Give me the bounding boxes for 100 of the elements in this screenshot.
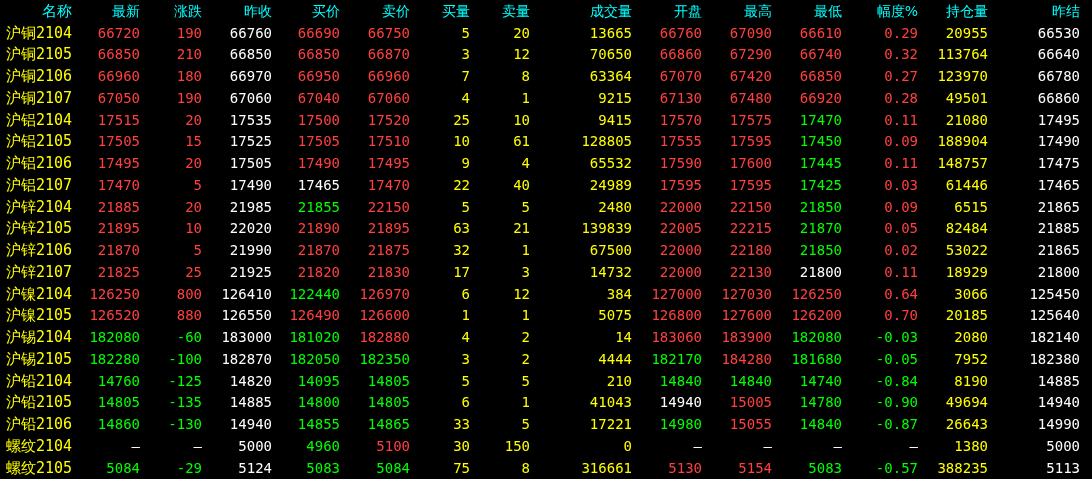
contract-name[interactable]: 沪锌2107 [0, 262, 73, 281]
column-header[interactable]: 持仓量 [946, 1, 988, 20]
table-cell: 182080 [791, 328, 842, 347]
table-cell: 20 [185, 197, 202, 216]
table-cell: 66960 [367, 67, 410, 86]
contract-name[interactable]: 螺纹2105 [0, 458, 73, 477]
contract-name[interactable]: 沪锌2106 [0, 241, 73, 260]
table-cell: 67420 [729, 67, 772, 86]
contract-name[interactable]: 沪铅2106 [0, 415, 73, 434]
column-header[interactable]: 名称 [42, 1, 72, 20]
column-header[interactable]: 卖量 [502, 1, 530, 20]
table-cell: 6515 [954, 197, 988, 216]
table-cell: 127000 [651, 284, 702, 303]
contract-name[interactable]: 沪铝2104 [0, 110, 73, 129]
column-header[interactable]: 最低 [814, 1, 842, 20]
column-header[interactable]: 涨跌 [174, 1, 202, 20]
table-cell: 1 [521, 241, 530, 260]
table-cell: 14940 [229, 415, 272, 434]
column-header[interactable]: 昨收 [244, 1, 272, 20]
column-header[interactable]: 卖价 [382, 1, 410, 20]
table-cell: 21820 [297, 262, 340, 281]
table-cell: -0.05 [875, 349, 918, 368]
column-header[interactable]: 最高 [744, 1, 772, 20]
table-cell: 183000 [221, 328, 272, 347]
table-cell: 17490 [229, 175, 272, 194]
table-cell: -130 [168, 415, 202, 434]
table-cell: 66850 [297, 45, 340, 64]
table-cell: 14980 [659, 415, 702, 434]
table-cell: 66870 [367, 45, 410, 64]
table-cell: 125450 [1029, 284, 1080, 303]
contract-name[interactable]: 沪锡2105 [0, 349, 73, 368]
table-cell: 316661 [581, 458, 632, 477]
contract-name[interactable]: 沪镍2105 [0, 306, 73, 325]
contract-name[interactable]: 沪铝2106 [0, 154, 73, 173]
contract-name[interactable]: 沪铝2105 [0, 132, 73, 151]
contract-name[interactable]: 沪锌2104 [0, 197, 73, 216]
contract-name[interactable]: 沪锡2104 [0, 328, 73, 347]
table-cell: 17595 [659, 175, 702, 194]
contract-name[interactable]: 沪铜2106 [0, 67, 73, 86]
table-cell: 17575 [729, 110, 772, 129]
column-header[interactable]: 买价 [312, 1, 340, 20]
table-cell: 21800 [799, 262, 842, 281]
table-cell: 7 [461, 67, 470, 86]
table-cell: 5 [193, 241, 202, 260]
table-cell: 0.03 [884, 175, 918, 194]
table-cell: 14 [615, 328, 632, 347]
table-cell: 0.64 [884, 284, 918, 303]
table-cell: 182050 [289, 349, 340, 368]
table-cell: 0 [623, 436, 632, 455]
table-cell: 21885 [97, 197, 140, 216]
table-cell: 126250 [89, 284, 140, 303]
table-cell: 183900 [721, 328, 772, 347]
table-cell: 5 [461, 23, 470, 42]
contract-name[interactable]: 沪铝2107 [0, 175, 73, 194]
table-cell: 9415 [598, 110, 632, 129]
table-cell: 67050 [97, 88, 140, 107]
contract-name[interactable]: 沪锌2105 [0, 219, 73, 238]
table-cell: 3 [521, 262, 530, 281]
column-header[interactable]: 幅度% [876, 1, 918, 20]
table-cell: -125 [168, 371, 202, 390]
table-cell: 14805 [367, 393, 410, 412]
contract-name[interactable]: 螺纹2104 [0, 436, 73, 455]
column-header[interactable]: 开盘 [674, 1, 702, 20]
contract-name[interactable]: 沪铅2105 [0, 393, 73, 412]
table-cell: 66860 [1037, 88, 1080, 107]
table-cell: 5083 [808, 458, 842, 477]
table-cell: 7952 [954, 349, 988, 368]
table-cell: 12 [513, 45, 530, 64]
column-header[interactable]: 成交量 [590, 1, 632, 20]
column-header[interactable]: 最新 [112, 1, 140, 20]
column-header[interactable]: 买量 [442, 1, 470, 20]
contract-name[interactable]: 沪镍2104 [0, 284, 73, 303]
table-cell: 1 [521, 393, 530, 412]
table-cell: 4960 [306, 436, 340, 455]
contract-name[interactable]: 沪铅2104 [0, 371, 73, 390]
table-cell: 17450 [799, 132, 842, 151]
table-cell: 190 [176, 23, 202, 42]
table-cell: 67480 [729, 88, 772, 107]
contract-name[interactable]: 沪铜2107 [0, 88, 73, 107]
table-cell: 20 [185, 110, 202, 129]
contract-name[interactable]: 沪铜2104 [0, 23, 73, 42]
table-cell: 113764 [937, 45, 988, 64]
contract-name[interactable]: 沪铜2105 [0, 45, 73, 64]
column-header[interactable]: 昨结 [1052, 1, 1080, 20]
table-cell: 15 [185, 132, 202, 151]
table-cell: 126250 [791, 284, 842, 303]
table-cell: 17535 [229, 110, 272, 129]
table-cell: 14855 [297, 415, 340, 434]
table-cell: 5000 [238, 436, 272, 455]
table-cell: 182280 [89, 349, 140, 368]
table-cell: 63 [453, 219, 470, 238]
table-cell: 17465 [1037, 175, 1080, 194]
table-cell: 8 [521, 458, 530, 477]
table-cell: 2080 [954, 328, 988, 347]
table-cell: 21865 [1037, 241, 1080, 260]
table-cell: 127030 [721, 284, 772, 303]
table-cell: 0.09 [884, 197, 918, 216]
table-cell: 181020 [289, 328, 340, 347]
table-cell: 384 [606, 284, 632, 303]
table-cell: 21850 [799, 197, 842, 216]
